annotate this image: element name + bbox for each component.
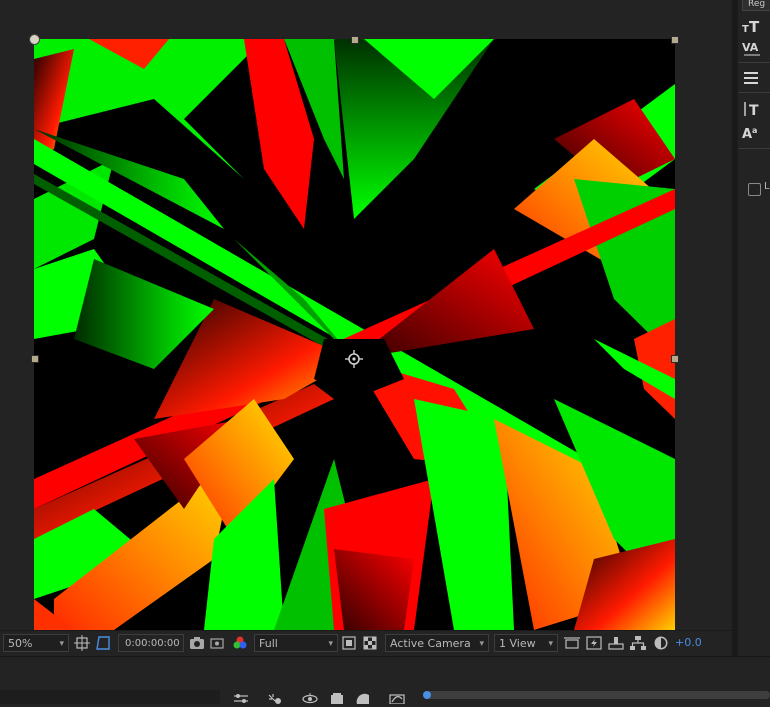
svg-text:T: T: [742, 24, 749, 34]
exposure-value[interactable]: +0.0: [675, 634, 702, 652]
motion-blur-icon[interactable]: [356, 693, 370, 707]
toggle-pixel-aspect-icon[interactable]: [564, 635, 580, 653]
corner-handle-top-left[interactable]: [29, 34, 40, 45]
panel-separator: [738, 62, 770, 63]
svg-text:A: A: [742, 127, 752, 142]
work-area-bar[interactable]: [423, 691, 770, 699]
chevron-down-icon: ▾: [59, 639, 64, 649]
svg-text:a: a: [752, 126, 757, 135]
chevron-down-icon: ▾: [479, 639, 484, 649]
magnification-value: 50%: [8, 637, 33, 650]
transparency-grid-icon[interactable]: [363, 636, 377, 654]
camera-view-value: Active Camera: [390, 637, 471, 650]
reset-exposure-icon[interactable]: [653, 635, 669, 653]
view-layout-value: 1 View: [499, 637, 536, 650]
show-snapshot-icon[interactable]: [210, 636, 224, 654]
svg-text:T: T: [749, 103, 759, 118]
camera-view-dropdown[interactable]: Active Camera ▾: [385, 634, 489, 652]
timecode-settings-icon[interactable]: [234, 693, 248, 707]
font-size-icon[interactable]: TT: [742, 18, 764, 38]
magnification-dropdown[interactable]: 50% ▾: [3, 634, 69, 652]
tracking-icon[interactable]: VA: [742, 40, 764, 62]
view-layout-dropdown[interactable]: 1 View ▾: [494, 634, 558, 652]
anchor-point-icon[interactable]: [345, 350, 363, 368]
mask-path-visibility-icon[interactable]: [96, 635, 112, 653]
rgb-channels-icon[interactable]: [232, 635, 248, 653]
svg-text:T: T: [749, 18, 760, 34]
checkbox[interactable]: [748, 183, 761, 196]
chevron-down-icon: ▾: [328, 639, 333, 649]
panel-separator: [738, 92, 770, 93]
svg-text:VA: VA: [742, 41, 759, 54]
camera-icon[interactable]: [189, 636, 205, 654]
viewer-toolbar: 50% ▾ 0:00:00:00 Full ▾ Active Camera ▾ …: [0, 630, 732, 655]
region-of-interest-icon[interactable]: [342, 636, 356, 654]
work-area-start-handle[interactable]: [423, 691, 431, 699]
composition-frame[interactable]: [34, 39, 675, 630]
baseline-shift-icon[interactable]: Aa: [742, 124, 764, 146]
current-time-display[interactable]: 0:00:00:00: [118, 634, 184, 652]
fast-previews-icon[interactable]: [586, 635, 602, 653]
safe-margins-icon[interactable]: [74, 635, 90, 653]
edge-handle-top[interactable]: [351, 36, 359, 44]
timeline-layer-area: [0, 690, 220, 704]
edge-handle-right[interactable]: [671, 355, 679, 363]
corner-handle-top-right[interactable]: [671, 36, 679, 44]
resolution-value: Full: [259, 637, 278, 650]
character-panel: [738, 0, 770, 660]
graph-editor-icon[interactable]: [389, 693, 405, 707]
timeline-icon[interactable]: [608, 635, 624, 653]
flowchart-icon[interactable]: [630, 635, 646, 653]
fractal-render-image: [34, 39, 675, 630]
checkbox-label: L: [764, 181, 770, 192]
panel-separator: [738, 148, 770, 149]
paragraph-align-icon[interactable]: [744, 72, 760, 88]
shy-layers-icon[interactable]: [302, 693, 318, 707]
edge-handle-left[interactable]: [31, 355, 39, 363]
frame-blending-icon[interactable]: [330, 693, 344, 707]
region-tab[interactable]: Reg: [742, 0, 770, 11]
resolution-dropdown[interactable]: Full ▾: [254, 634, 338, 652]
draft-3d-icon[interactable]: [267, 693, 283, 707]
leading-icon[interactable]: T: [742, 100, 764, 122]
composition-viewer[interactable]: [0, 0, 732, 630]
chevron-down-icon: ▾: [548, 639, 553, 649]
